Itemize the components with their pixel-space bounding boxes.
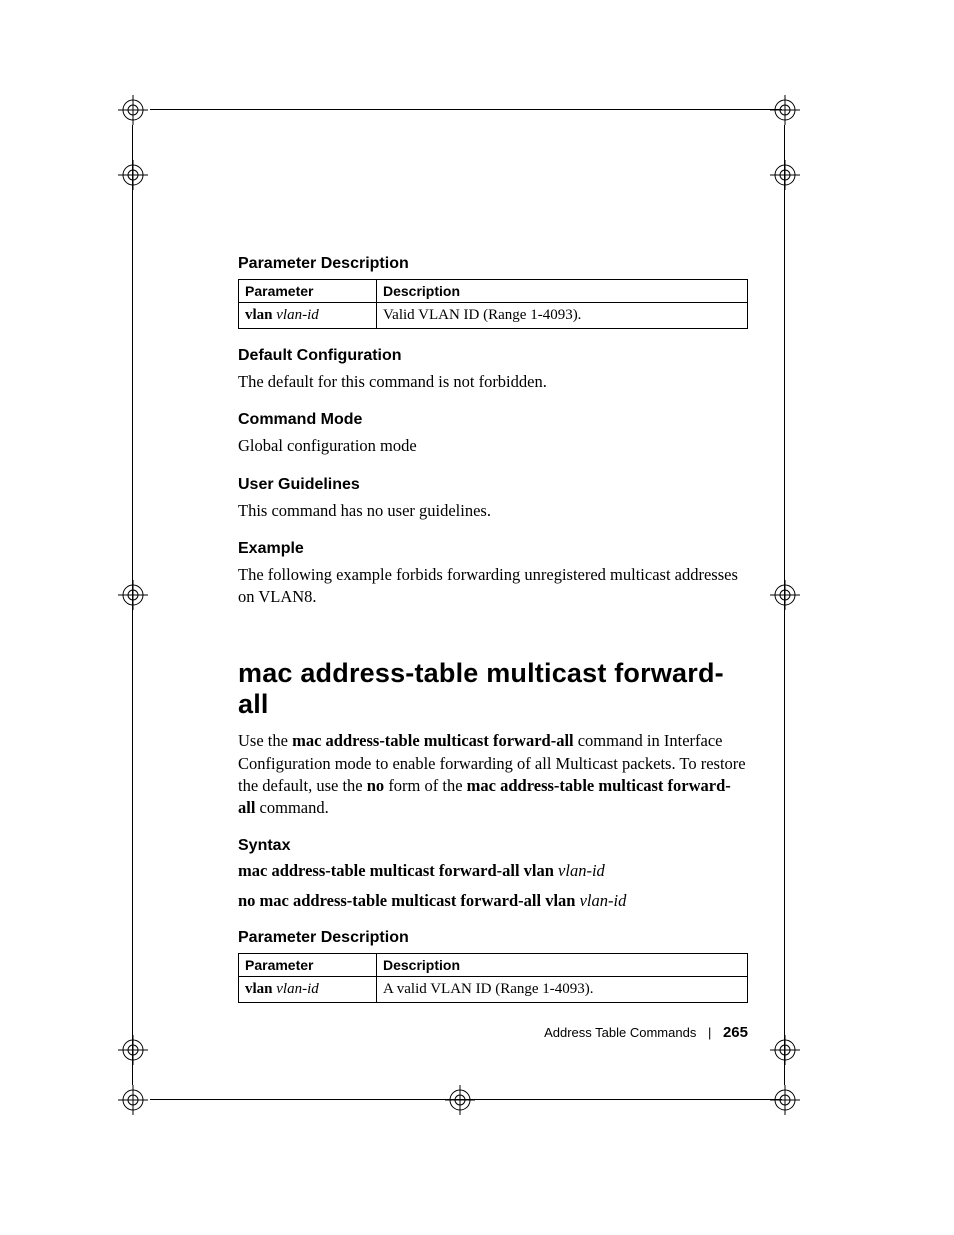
body-text: This command has no user guidelines. [238, 500, 748, 522]
section-heading: Default Configuration [238, 347, 748, 365]
footer-separator: | [708, 1025, 711, 1040]
registration-sphere-icon [75, 1085, 105, 1115]
param-keyword: vlan [245, 307, 276, 323]
crop-line [150, 109, 782, 110]
table-cell: Valid VLAN ID (Range 1-4093). [377, 303, 748, 329]
section-heading: User Guidelines [238, 476, 748, 494]
page-footer: Address Table Commands | 265 [544, 1024, 748, 1041]
command-title: mac address-table multicast forward-all [238, 658, 748, 720]
parameter-table: Parameter Description vlan vlan-id Valid… [238, 279, 748, 329]
syntax-variable: vlan-id [580, 891, 627, 910]
text: command. [255, 798, 328, 817]
section-heading: Example [238, 540, 748, 558]
registration-mark-icon [118, 1035, 148, 1065]
registration-mark-icon [445, 1085, 475, 1115]
table-cell: vlan vlan-id [239, 977, 377, 1003]
syntax-keyword: mac address-table multicast forward-all … [238, 861, 558, 880]
param-variable: vlan-id [276, 981, 319, 997]
registration-mark-icon [770, 95, 800, 125]
registration-mark-icon [118, 95, 148, 125]
text: form of the [384, 776, 466, 795]
text: Use the [238, 731, 292, 750]
section-heading: Command Mode [238, 411, 748, 429]
section-heading: Parameter Description [238, 255, 748, 273]
table-header: Parameter [239, 280, 377, 303]
body-text: The following example forbids forwarding… [238, 564, 748, 609]
param-keyword: vlan [245, 981, 276, 997]
registration-mark-icon [770, 160, 800, 190]
param-variable: vlan-id [276, 307, 319, 323]
keyword: no [367, 776, 384, 795]
command-name: mac address-table multicast forward-all [292, 731, 574, 750]
footer-section: Address Table Commands [544, 1025, 696, 1040]
registration-mark-icon [118, 160, 148, 190]
registration-sphere-icon [835, 1085, 865, 1115]
page-number: 265 [723, 1024, 748, 1041]
table-cell: A valid VLAN ID (Range 1-4093). [377, 977, 748, 1003]
table-header: Parameter [239, 954, 377, 977]
crop-line [132, 125, 133, 1085]
registration-mark-icon [118, 580, 148, 610]
body-text: The default for this command is not forb… [238, 371, 748, 393]
body-text: Global configuration mode [238, 435, 748, 457]
table-header: Description [377, 954, 748, 977]
syntax-line: no mac address-table multicast forward-a… [238, 891, 748, 911]
registration-mark-icon [770, 580, 800, 610]
page-content: Parameter Description Parameter Descript… [238, 255, 748, 1021]
command-intro: Use the mac address-table multicast forw… [238, 730, 748, 819]
registration-sphere-icon [75, 95, 105, 125]
table-header: Description [377, 280, 748, 303]
registration-mark-icon [770, 1085, 800, 1115]
section-heading: Syntax [238, 837, 748, 855]
table-cell: vlan vlan-id [239, 303, 377, 329]
syntax-variable: vlan-id [558, 861, 605, 880]
section-heading: Parameter Description [238, 929, 748, 947]
crop-line [784, 125, 785, 1085]
registration-mark-icon [118, 1085, 148, 1115]
registration-sphere-icon [835, 95, 865, 125]
syntax-line: mac address-table multicast forward-all … [238, 861, 748, 881]
registration-mark-icon [770, 1035, 800, 1065]
syntax-keyword: no mac address-table multicast forward-a… [238, 891, 580, 910]
parameter-table: Parameter Description vlan vlan-id A val… [238, 953, 748, 1003]
crop-line [150, 1099, 782, 1100]
